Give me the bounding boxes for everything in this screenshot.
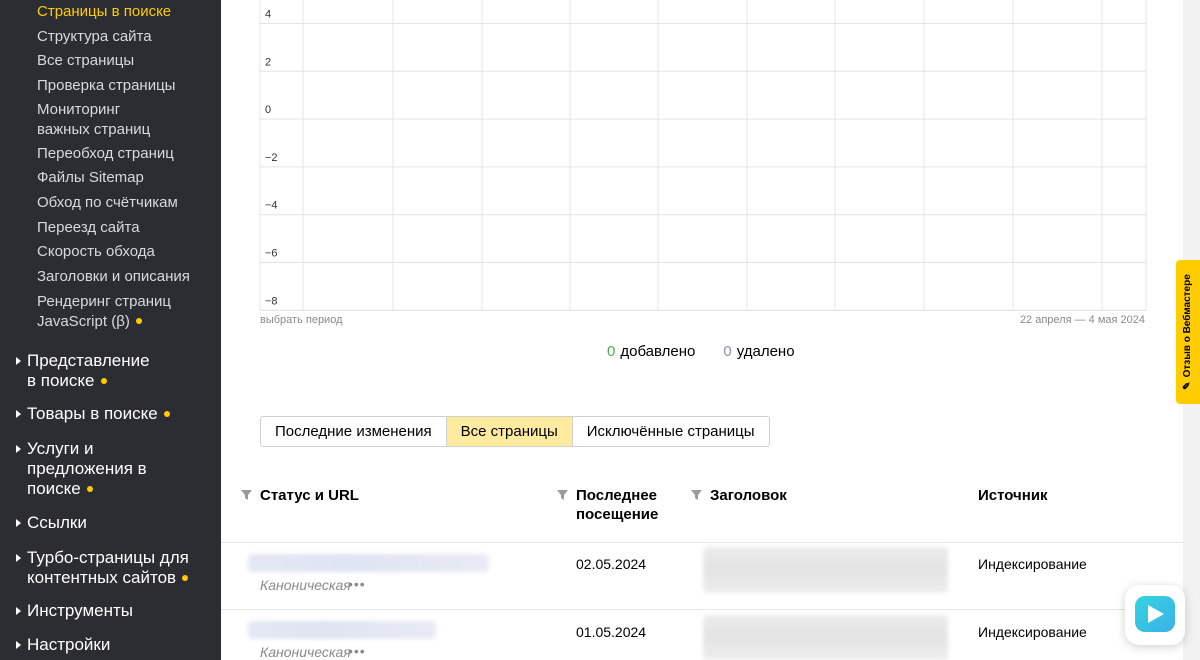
sidebar-section-label: Инструменты (27, 601, 134, 620)
chat-icon (1135, 596, 1175, 632)
y-tick-label: 4 (265, 9, 271, 21)
triangle-right-icon (16, 410, 21, 418)
y-tick-label: −4 (265, 200, 278, 212)
y-tick-label: 2 (265, 56, 271, 68)
tab-recent-changes[interactable]: Последние изменения (261, 417, 446, 446)
removed-label: удалено (736, 343, 795, 360)
sidebar-section-settings[interactable]: Настройки (16, 635, 110, 655)
sidebar-item-label: Рендеринг страниц (37, 293, 172, 310)
change-counts: 0 добавлено 0 удалено (607, 343, 795, 360)
source-value: Индексирование (978, 624, 1087, 640)
y-tick-label: −8 (265, 295, 278, 307)
sidebar-section-label: контентных сайтов (27, 568, 177, 587)
sidebar-section-products[interactable]: Товары в поиске (16, 404, 170, 424)
source-value: Индексирование (978, 556, 1087, 572)
sidebar-section-label: Представление (27, 351, 150, 370)
column-header-source: Источник (978, 487, 1048, 504)
sidebar-item-recrawl[interactable]: Переобход страниц (37, 144, 174, 164)
sidebar-item-crawl-speed[interactable]: Скорость обхода (37, 242, 155, 262)
sidebar-item-all-pages[interactable]: Все страницы (37, 51, 134, 71)
date-range-label: 22 апреля — 4 мая 2024 (1019, 314, 1145, 326)
more-dots-icon[interactable]: ••• (348, 643, 366, 659)
status-label: Каноническая (260, 577, 351, 593)
sidebar-section-label: Услуги и (27, 439, 94, 458)
sidebar-item-page-check[interactable]: Проверка страницы (37, 76, 175, 96)
sidebar-item-site-structure[interactable]: Структура сайта (37, 27, 152, 47)
page-title-text (703, 547, 948, 593)
filter-icon[interactable] (557, 490, 568, 500)
column-header-title[interactable]: Заголовок (710, 486, 787, 505)
filter-icon[interactable] (241, 490, 252, 500)
column-header-label: посещение (576, 506, 659, 523)
page-url-link[interactable] (248, 554, 489, 572)
new-dot-icon (182, 574, 189, 581)
column-header-status-url[interactable]: Статус и URL (260, 486, 359, 505)
feedback-tab[interactable]: ✎Отзыв о Вебмастере (1176, 260, 1200, 404)
sidebar-section-label: Товары в поиске (27, 404, 158, 423)
sidebar-section-label: Настройки (27, 635, 111, 654)
new-dot-icon (100, 377, 107, 384)
last-visit-date: 02.05.2024 (576, 556, 647, 572)
sidebar-section-label: предложения в (27, 459, 147, 478)
triangle-right-icon (16, 357, 21, 365)
chart-svg: 4 2 0 −2 −4 −6 −8 (259, 0, 1147, 311)
y-tick-label: −6 (265, 248, 278, 260)
megaphone-icon: ✎ (1182, 381, 1193, 390)
row-divider (221, 609, 1183, 610)
sidebar-section-tools[interactable]: Инструменты (16, 601, 133, 621)
sidebar-section-label: Турбо-страницы для (27, 548, 189, 567)
column-header-label: Последнее (576, 487, 658, 504)
sidebar-item-important-pages[interactable]: Мониторинг важных страниц (37, 100, 150, 140)
sidebar: Страницы в поиске Структура сайта Все ст… (0, 0, 221, 660)
select-period-link[interactable]: выбрать период (260, 314, 343, 326)
removed-count: 0 (723, 343, 732, 360)
feedback-label: ✎Отзыв о Вебмастере (1176, 260, 1200, 404)
filter-icon[interactable] (691, 490, 702, 500)
new-dot-icon (86, 485, 93, 492)
triangle-right-icon (16, 641, 21, 649)
sidebar-section-links[interactable]: Ссылки (16, 513, 87, 533)
sidebar-section-services[interactable]: Услуги и предложения в поиске (16, 439, 147, 499)
tab-excluded-pages[interactable]: Исключённые страницы (571, 417, 769, 446)
sidebar-item-site-move[interactable]: Переезд сайта (37, 218, 140, 238)
y-tick-label: 0 (265, 104, 271, 116)
y-tick-label: −2 (265, 152, 278, 164)
sidebar-item-titles-descriptions[interactable]: Заголовки и описания (37, 267, 190, 287)
pages-chart: 4 2 0 −2 −4 −6 −8 выбрать период 22 апреля — 4… (221, 0, 1183, 340)
sidebar-section-label: поиске (27, 479, 81, 498)
tab-all-pages[interactable]: Все страницы (445, 417, 572, 446)
column-header-last-visit[interactable]: Последнее посещение (576, 486, 658, 524)
page-title-text (703, 615, 948, 660)
chat-button[interactable] (1125, 585, 1185, 645)
sidebar-item-label: JavaScript (β) (37, 313, 130, 330)
sidebar-item-label: важных страниц (37, 121, 151, 138)
sidebar-section-turbo[interactable]: Турбо-страницы для контентных сайтов (16, 548, 189, 588)
page-url-link[interactable] (248, 621, 436, 639)
main-content: 4 2 0 −2 −4 −6 −8 выбрать период 22 апреля — 4… (221, 0, 1183, 660)
last-visit-date: 01.05.2024 (576, 624, 647, 640)
sidebar-item-sitemap[interactable]: Файлы Sitemap (37, 168, 144, 188)
sidebar-item-label: Мониторинг (37, 101, 121, 118)
added-label: добавлено (620, 343, 696, 360)
more-dots-icon[interactable]: ••• (348, 576, 366, 592)
sidebar-section-label: в поиске (27, 371, 95, 390)
triangle-right-icon (16, 519, 21, 527)
triangle-right-icon (16, 607, 21, 615)
status-label: Каноническая (260, 644, 351, 660)
row-divider (221, 542, 1183, 543)
sidebar-section-label: Ссылки (27, 513, 87, 532)
new-dot-icon (163, 410, 170, 417)
triangle-right-icon (16, 445, 21, 453)
pages-tabs: Последние изменения Все страницы Исключё… (260, 416, 770, 447)
sidebar-item-js-rendering[interactable]: Рендеринг страниц JavaScript (β) (37, 292, 171, 332)
sidebar-section-search-appearance[interactable]: Представление в поиске (16, 351, 150, 391)
sidebar-item-counter-crawl[interactable]: Обход по счётчикам (37, 193, 178, 213)
triangle-right-icon (16, 554, 21, 562)
new-dot-icon (135, 318, 142, 325)
sidebar-item-pages-in-search[interactable]: Страницы в поиске (37, 2, 171, 22)
added-count: 0 (607, 343, 616, 360)
